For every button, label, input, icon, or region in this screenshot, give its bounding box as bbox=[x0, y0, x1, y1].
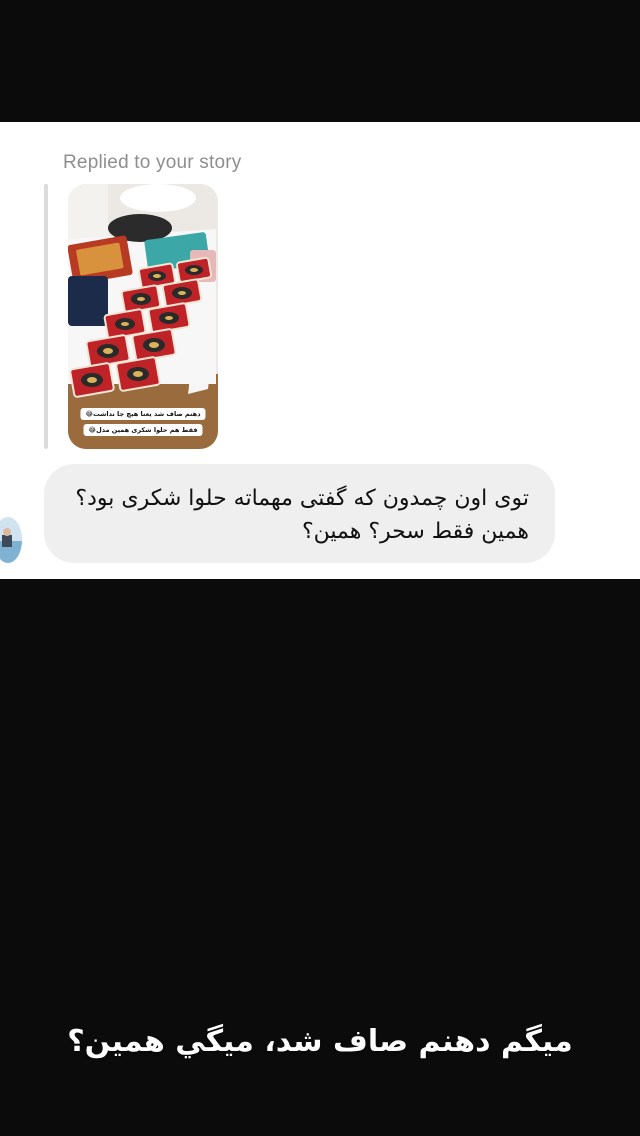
replied-to-story-label: Replied to your story bbox=[63, 152, 242, 173]
reply-quote-bar bbox=[44, 184, 48, 449]
dm-reply-card: Replied to your story دهنم صاف شد یعنا ه… bbox=[0, 122, 640, 579]
story-thumbnail[interactable]: دهنم صاف شد یعنا هیچ جا نداشت😂 فقط هم حل… bbox=[68, 184, 218, 449]
message-text: توی اون چمدون که گفتی مهماته حلوا شکری ب… bbox=[75, 486, 529, 544]
story-overlay-caption: میگم دهنم صاف شد، میگي همین؟ bbox=[67, 1024, 573, 1059]
message-bubble[interactable]: توی اون چمدون که گفتی مهماته حلوا شکری ب… bbox=[44, 464, 555, 563]
story-caption-line-1: دهنم صاف شد یعنا هیچ جا نداشت😂 bbox=[80, 408, 206, 420]
avatar-photo bbox=[0, 517, 22, 563]
sender-avatar[interactable] bbox=[0, 517, 22, 563]
story-screen: Replied to your story دهنم صاف شد یعنا ه… bbox=[0, 0, 640, 1136]
story-caption-line-2: فقط هم حلوا شکری همین مدل😂 bbox=[83, 424, 203, 436]
